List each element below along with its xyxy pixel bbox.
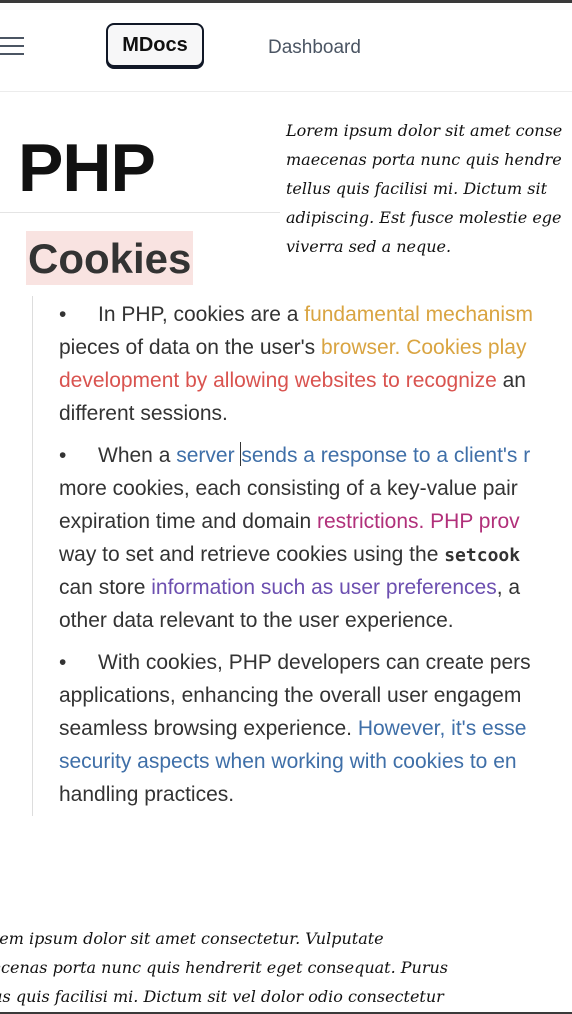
- text-run: other data relevant to the user experien…: [59, 609, 454, 632]
- content-paragraphs: • In PHP, cookies are a fundamental mecha…: [59, 298, 572, 820]
- text-run: seamless browsing experience.: [59, 717, 358, 740]
- text-run: applications, enhancing the overall user…: [59, 684, 522, 707]
- text-run-orange: fundamental mechanism: [304, 303, 534, 326]
- text-run: handling practices.: [59, 783, 235, 806]
- text-run-magenta: restrictions. PHP prov: [316, 510, 520, 533]
- nav-link-dashboard[interactable]: Dashboard: [268, 37, 361, 59]
- bottom-note-line: orem ipsum dolor sit amet consectetur. V…: [0, 929, 384, 948]
- text-run: pieces of data on the user's: [59, 336, 322, 359]
- text-run-blue: sends a response to a client's r: [241, 444, 531, 467]
- header: MDocs Dashboard: [0, 3, 572, 92]
- floating-note-line: maecenas porta nunc quis hendre: [286, 150, 562, 169]
- text-run-blue: security aspects when working with cooki…: [59, 750, 517, 773]
- bullet-icon: •: [59, 303, 67, 326]
- text-run: , a: [496, 576, 521, 599]
- content-left-border: [32, 296, 33, 816]
- logo-button[interactable]: MDocs: [106, 23, 204, 67]
- text-run-blue: server: [176, 444, 241, 467]
- text-run: expiration time and domain: [59, 510, 317, 533]
- bottom-note-line: llus quis facilisi mi. Dictum sit vel do…: [0, 987, 444, 1006]
- text-run: In PHP, cookies are a: [98, 303, 305, 326]
- page-title: PHP: [18, 130, 156, 206]
- text-run: When a: [98, 444, 177, 467]
- bullet-icon: •: [59, 651, 67, 674]
- bullet-icon: •: [59, 444, 67, 467]
- text-run-red: development by allowing websites to reco…: [59, 369, 503, 392]
- inline-code: setcook: [444, 545, 521, 566]
- text-run: way to set and retrieve cookies using th…: [59, 543, 445, 566]
- text-run: can store: [59, 576, 152, 599]
- paragraph-3: • With cookies, PHP developers can create…: [59, 646, 572, 811]
- hamburger-menu-icon[interactable]: [0, 37, 24, 57]
- floating-note-line: Lorem ipsum dolor sit amet conse: [286, 121, 563, 140]
- floating-note-line: viverra sed a neque.: [286, 237, 452, 256]
- text-run-orange: browser. Cookies play: [321, 336, 527, 359]
- floating-note-line: adipiscing. Est fusce molestie ege: [286, 208, 562, 227]
- floating-note-line: tellus quis facilisi mi. Dictum sit: [286, 179, 547, 198]
- text-run-blue: However, it's esse: [357, 717, 527, 740]
- paragraph-1: • In PHP, cookies are a fundamental mecha…: [59, 298, 572, 430]
- title-divider: [0, 212, 280, 213]
- text-run-purple: information such as user preferences: [151, 576, 497, 599]
- text-run: With cookies, PHP developers can create …: [98, 651, 531, 674]
- paragraph-2: • When a server sends a response to a cli…: [59, 439, 572, 637]
- bottom-note-line: aecenas porta nunc quis hendrerit eget c…: [0, 958, 448, 977]
- page: MDocs Dashboard PHP Lorem ipsum dolor si…: [0, 0, 572, 1014]
- floating-note: Lorem ipsum dolor sit amet conse maecena…: [286, 116, 572, 261]
- bottom-note: orem ipsum dolor sit amet consectetur. V…: [0, 924, 572, 1011]
- text-run: an: [502, 369, 526, 392]
- text-run: different sessions.: [59, 402, 228, 425]
- text-run: more cookies, each consisting of a key-v…: [59, 477, 518, 500]
- section-heading: Cookies: [26, 231, 194, 285]
